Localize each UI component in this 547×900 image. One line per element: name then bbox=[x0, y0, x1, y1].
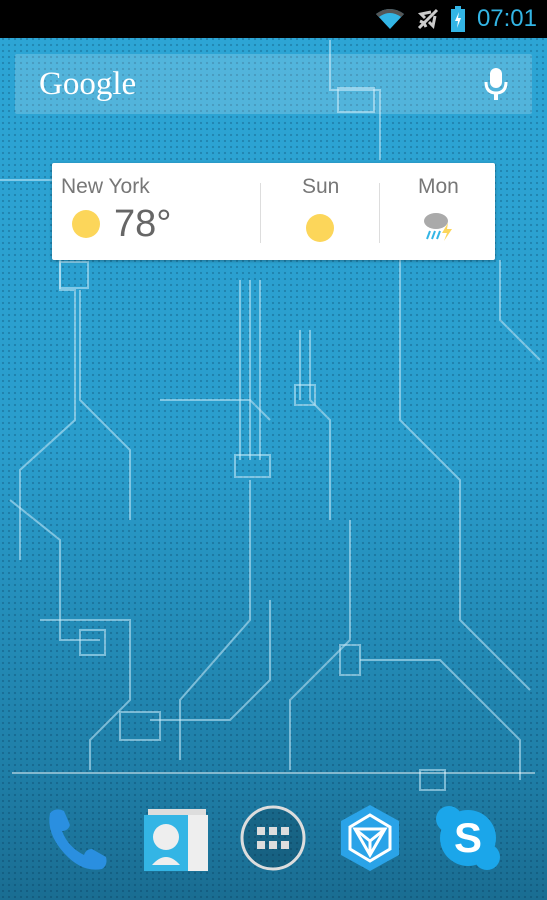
wallpaper bbox=[0, 0, 547, 900]
sunny-icon bbox=[72, 210, 100, 238]
thunderstorm-icon bbox=[424, 213, 452, 241]
app-drawer-icon bbox=[240, 805, 306, 871]
dock-app-drawer[interactable] bbox=[238, 803, 308, 873]
svg-text:S: S bbox=[454, 814, 482, 861]
google-search-widget[interactable]: Google bbox=[15, 54, 532, 114]
dock-divider bbox=[12, 772, 535, 774]
status-bar: 07:01 bbox=[0, 0, 547, 38]
temperature: 78° bbox=[114, 203, 172, 245]
weather-widget[interactable]: New York 78° Sun Mon bbox=[52, 163, 495, 260]
contacts-icon bbox=[144, 809, 208, 871]
dock-skype[interactable]: S bbox=[433, 803, 503, 873]
forecast-day-label: Mon bbox=[418, 175, 459, 198]
airplane-icon bbox=[417, 8, 438, 30]
current-weather: New York 78° bbox=[52, 163, 260, 260]
dock-phone[interactable] bbox=[42, 803, 112, 873]
forecast-day: Mon bbox=[380, 163, 495, 260]
forecast-day-label: Sun bbox=[302, 175, 340, 198]
ingress-icon bbox=[341, 805, 399, 871]
wifi-icon bbox=[375, 9, 404, 29]
skype-icon: S bbox=[436, 806, 500, 870]
mic-icon[interactable] bbox=[484, 68, 508, 100]
city-name: New York bbox=[61, 175, 150, 198]
clock: 07:01 bbox=[476, 5, 537, 32]
google-logo: Google bbox=[39, 66, 137, 102]
phone-icon bbox=[49, 809, 107, 870]
dock-ingress[interactable] bbox=[335, 803, 405, 873]
sunny-icon bbox=[306, 214, 334, 242]
battery-charging-icon bbox=[450, 6, 465, 32]
forecast-day: Sun bbox=[261, 163, 379, 260]
dock-contacts[interactable] bbox=[142, 803, 212, 873]
